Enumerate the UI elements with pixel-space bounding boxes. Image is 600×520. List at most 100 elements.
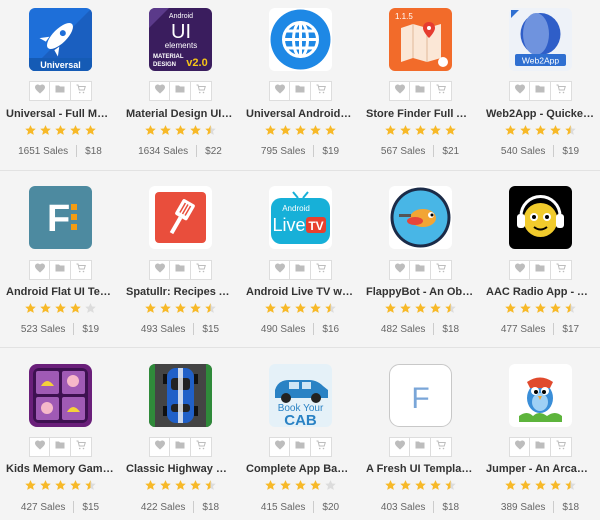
spatula-icon[interactable] [149, 186, 212, 249]
favorite-button[interactable] [509, 260, 530, 280]
fresh-ui-icon[interactable]: F [389, 364, 452, 427]
flat-ui-icon[interactable]: F [29, 186, 92, 249]
favorite-button[interactable] [149, 81, 170, 101]
app-card[interactable]: Android Live TV Android Live TV with... 49… [240, 171, 360, 347]
favorite-button[interactable] [29, 81, 50, 101]
add-to-cart-button[interactable] [71, 437, 92, 457]
favorite-button[interactable] [509, 437, 530, 457]
app-card[interactable]: Universal Android W... 795 Sales $19 [240, 0, 360, 170]
favorite-button[interactable] [269, 260, 290, 280]
app-title[interactable]: FlappyBot - An Obst... [360, 286, 480, 298]
add-to-cart-button[interactable] [191, 81, 212, 101]
globe-icon[interactable] [269, 8, 332, 71]
app-card[interactable]: F Android Flat UI Temp... 523 Sales $19 [0, 171, 120, 347]
app-title[interactable]: Material Design UI A... [120, 108, 240, 120]
add-to-cart-button[interactable] [551, 260, 572, 280]
app-title[interactable]: Classic Highway Car... [120, 463, 240, 475]
favorite-button[interactable] [149, 260, 170, 280]
app-card[interactable]: Android UI elements MATERIAL DESIGN v2.0 Mate… [120, 0, 240, 170]
favorite-button[interactable] [509, 81, 530, 101]
add-to-cart-button[interactable] [431, 260, 452, 280]
favorite-button[interactable] [269, 81, 290, 101]
star-icon [384, 302, 397, 320]
favorite-button[interactable] [29, 437, 50, 457]
sales-count: 389 Sales [500, 501, 546, 513]
app-title[interactable]: Web2App - Quickest... [480, 108, 600, 120]
app-title[interactable]: Universal - Full Multi... [0, 108, 120, 120]
app-card[interactable]: 1.1.5 Store Finder Full And... 567 Sales… [360, 0, 480, 170]
collection-button[interactable] [170, 437, 191, 457]
card-actions [29, 81, 92, 101]
app-title[interactable]: Jumper - An Arcade ... [480, 463, 600, 475]
radio-mascot-icon[interactable] [509, 186, 572, 249]
app-card[interactable]: AAC Radio App - An... 477 Sales $17 [480, 171, 600, 347]
add-to-cart-button[interactable] [311, 81, 332, 101]
svg-text:F: F [47, 198, 70, 240]
cab-icon[interactable]: Book Your CAB [269, 364, 332, 427]
collection-button[interactable] [50, 437, 71, 457]
app-title[interactable]: Universal Android W... [240, 108, 360, 120]
app-card[interactable]: Book Your CAB Complete App Based... 415 S… [240, 348, 360, 520]
app-title[interactable]: Android Live TV with... [240, 286, 360, 298]
app-title[interactable]: Kids Memory Game ... [0, 463, 120, 475]
app-card[interactable]: F A Fresh UI Template ... 403 Sales $18 [360, 348, 480, 520]
add-to-cart-button[interactable] [431, 81, 452, 101]
sales-price-row: 403 Sales $18 [360, 501, 480, 513]
add-to-cart-button[interactable] [431, 437, 452, 457]
app-title[interactable]: Store Finder Full And... [360, 108, 480, 120]
app-title[interactable]: Complete App Based... [240, 463, 360, 475]
rocket-icon[interactable]: Universal [29, 8, 92, 71]
add-to-cart-button[interactable] [71, 260, 92, 280]
collection-button[interactable] [290, 260, 311, 280]
app-title[interactable]: AAC Radio App - An... [480, 286, 600, 298]
star-icon [444, 124, 457, 142]
collection-button[interactable] [530, 260, 551, 280]
map-icon[interactable]: 1.1.5 [389, 8, 452, 71]
live-tv-icon[interactable]: Android Live TV [269, 186, 332, 249]
collection-button[interactable] [410, 81, 431, 101]
collection-button[interactable] [170, 81, 191, 101]
app-title[interactable]: A Fresh UI Template ... [360, 463, 480, 475]
add-to-cart-button[interactable] [551, 437, 572, 457]
racing-car-icon[interactable] [149, 364, 212, 427]
add-to-cart-button[interactable] [551, 81, 572, 101]
app-title[interactable]: Spatullr: Recipes App... [120, 286, 240, 298]
web2app-icon[interactable]: Web2App [509, 8, 572, 71]
add-to-cart-button[interactable] [191, 260, 212, 280]
add-to-cart-button[interactable] [311, 260, 332, 280]
collection-button[interactable] [290, 437, 311, 457]
collection-button[interactable] [170, 260, 191, 280]
add-to-cart-button[interactable] [71, 81, 92, 101]
flappybot-icon[interactable] [389, 186, 452, 249]
collection-button[interactable] [410, 260, 431, 280]
collection-button[interactable] [50, 81, 71, 101]
add-to-cart-button[interactable] [191, 437, 212, 457]
sales-count: 540 Sales [500, 145, 546, 157]
favorite-button[interactable] [389, 260, 410, 280]
collection-button[interactable] [410, 437, 431, 457]
collection-button[interactable] [530, 81, 551, 101]
app-card[interactable]: Universal Universal - Full Multi... 1651… [0, 0, 120, 170]
favorite-button[interactable] [149, 437, 170, 457]
star-icon [519, 124, 532, 142]
sales-count: 795 Sales [260, 145, 306, 157]
app-card[interactable]: Web2App Web2App - Quickest... 540 Sales … [480, 0, 600, 170]
app-card[interactable]: Jumper - An Arcade ... 389 Sales $18 [480, 348, 600, 520]
app-card[interactable]: Spatullr: Recipes App... 493 Sales $15 [120, 171, 240, 347]
collection-button[interactable] [530, 437, 551, 457]
favorite-button[interactable] [389, 81, 410, 101]
favorite-button[interactable] [29, 260, 50, 280]
heart-icon [394, 261, 406, 279]
favorite-button[interactable] [389, 437, 410, 457]
jumper-bird-icon[interactable] [509, 364, 572, 427]
app-card[interactable]: Classic Highway Car... 422 Sales $18 [120, 348, 240, 520]
app-card[interactable]: FlappyBot - An Obst... 482 Sales $18 [360, 171, 480, 347]
material-ui-icon[interactable]: Android UI elements MATERIAL DESIGN v2.0 [149, 8, 212, 71]
collection-button[interactable] [290, 81, 311, 101]
favorite-button[interactable] [269, 437, 290, 457]
app-title[interactable]: Android Flat UI Temp... [0, 286, 120, 298]
app-card[interactable]: Kids Memory Game ... 427 Sales $15 [0, 348, 120, 520]
collection-button[interactable] [50, 260, 71, 280]
add-to-cart-button[interactable] [311, 437, 332, 457]
memory-game-icon[interactable] [29, 364, 92, 427]
